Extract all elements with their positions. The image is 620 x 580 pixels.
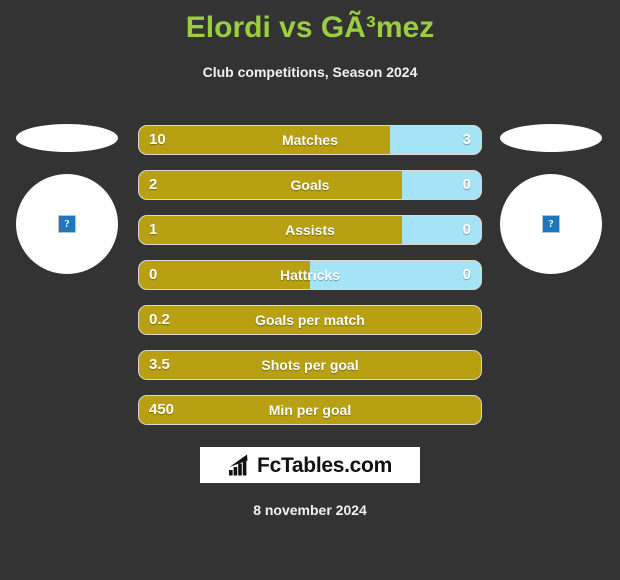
- stat-label: Hattricks: [280, 267, 340, 283]
- stat-row-hattricks: 0 Hattricks 0: [138, 260, 482, 290]
- stat-comparison-chart: 10 Matches 3 2 Goals 0 1 Assists 0 0 Hat…: [138, 125, 482, 440]
- page-subtitle: Club competitions, Season 2024: [202, 64, 418, 80]
- broken-image-icon: ?: [542, 215, 560, 233]
- player-left-photo: ?: [16, 174, 118, 274]
- stat-row-matches: 10 Matches 3: [138, 125, 482, 155]
- player-right-photo: ?: [500, 174, 602, 274]
- away-value: 0: [462, 266, 471, 283]
- page-title: Elordi vs GÃ³mez: [185, 11, 435, 44]
- stat-row-shots-per-goal: 3.5 Shots per goal: [138, 350, 482, 380]
- player-left-nameplate: [16, 124, 118, 152]
- stat-label: Matches: [281, 132, 339, 148]
- stat-label: Min per goal: [268, 402, 352, 418]
- player-right: ?: [500, 124, 602, 274]
- logo-text: FcTables.com: [257, 453, 392, 477]
- stat-row-assists: 1 Assists 0: [138, 215, 482, 245]
- bar-chart-icon: [229, 454, 248, 476]
- footer-date: 8 november 2024: [253, 502, 367, 518]
- player-left: ?: [16, 124, 118, 274]
- away-value: 3: [462, 131, 471, 148]
- stat-label: Assists: [285, 222, 335, 238]
- broken-image-icon: ?: [58, 215, 76, 233]
- stat-row-min-per-goal: 450 Min per goal: [138, 395, 482, 425]
- stat-label: Shots per goal: [261, 357, 359, 373]
- player-right-nameplate: [500, 124, 602, 152]
- fctables-logo[interactable]: FcTables.com: [200, 447, 420, 483]
- stat-label: Goals: [290, 177, 330, 193]
- stat-row-goals: 2 Goals 0: [138, 170, 482, 200]
- away-value: 0: [462, 221, 471, 238]
- stat-label: Goals per match: [255, 312, 365, 328]
- stat-row-goals-per-match: 0.2 Goals per match: [138, 305, 482, 335]
- away-value: 0: [462, 176, 471, 193]
